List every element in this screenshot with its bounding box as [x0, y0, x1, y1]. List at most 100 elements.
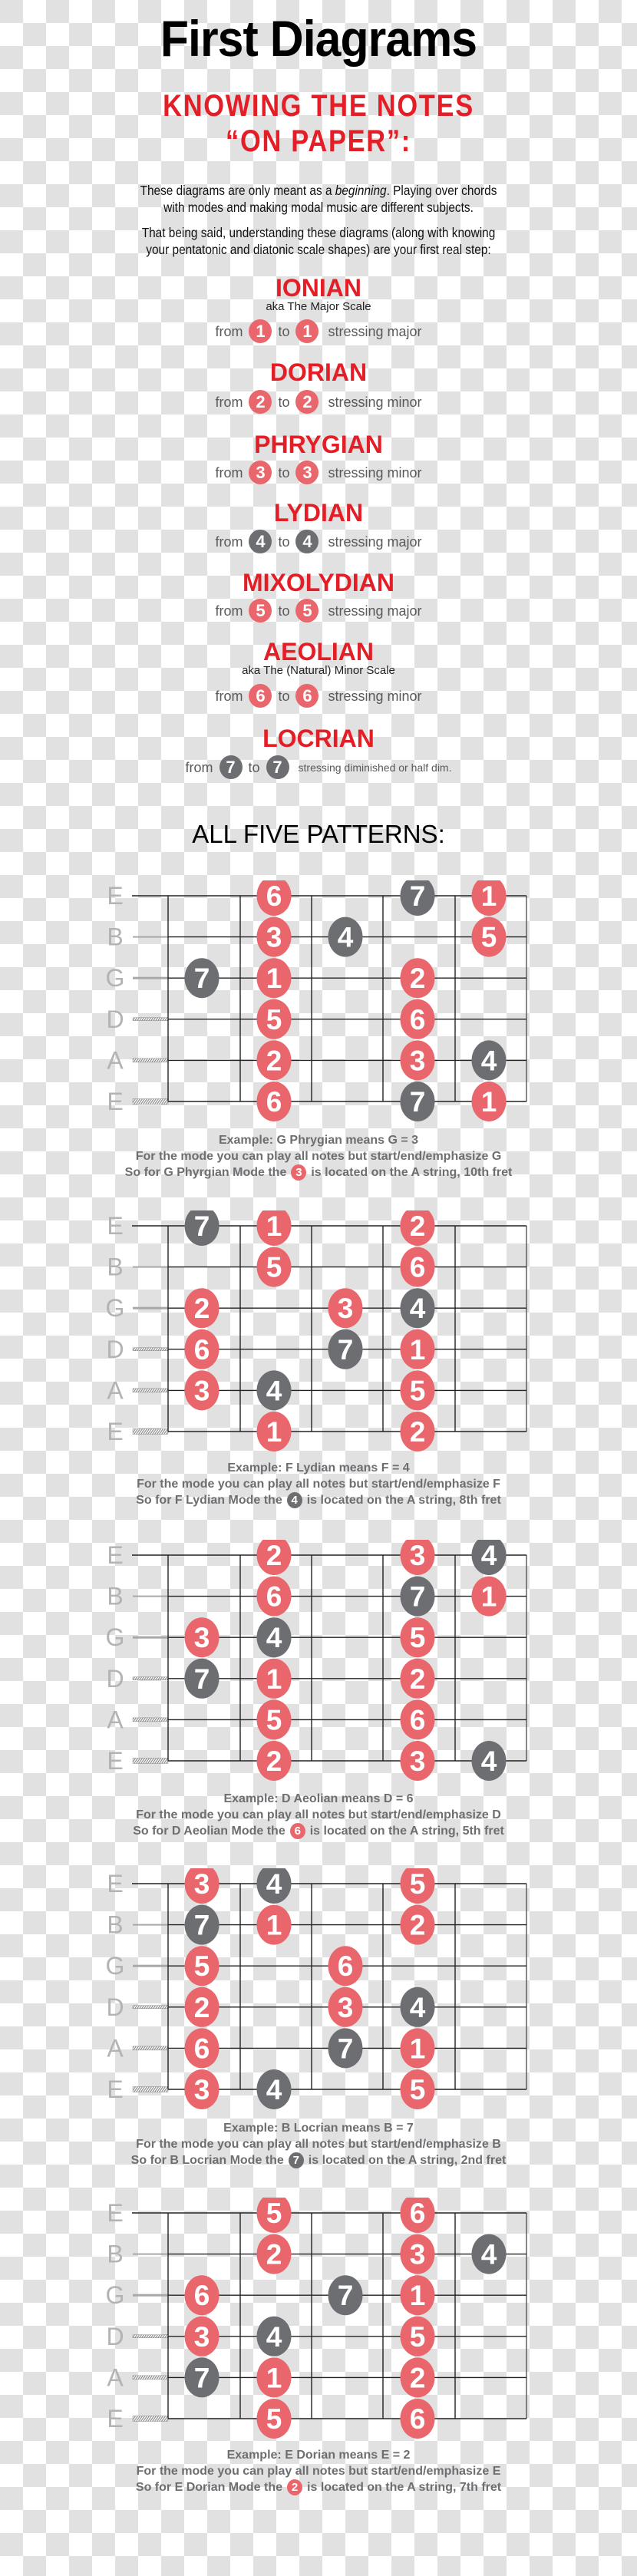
string-label: D	[106, 1006, 124, 1033]
string-stub	[133, 2294, 168, 2297]
note-marker: 7	[184, 1210, 219, 1246]
caption-instruction: For the mode you can play all notes but …	[137, 1478, 500, 1491]
mode-range: from 1 to 1 stressing major	[0, 319, 637, 343]
note-degree-label: 6	[410, 1004, 426, 1035]
string-label: E	[107, 1088, 123, 1115]
note-marker: 3	[184, 2316, 219, 2356]
scale-degree-badge: 4	[286, 1492, 302, 1509]
string-label: D	[106, 1665, 124, 1693]
mode-range: from 6 to 6 stressing minor	[0, 684, 637, 708]
note-marker: 1	[400, 1329, 435, 1369]
page-title: First Diagrams	[160, 10, 477, 67]
note-marker: 2	[256, 2234, 292, 2274]
mode-range: from 4 to 4 stressing major	[0, 530, 637, 553]
note-degree-label: 7	[194, 2362, 210, 2393]
string-label: A	[107, 2034, 124, 2062]
scale-degree-badge: 2	[295, 390, 319, 414]
note-degree-label: 3	[266, 922, 282, 953]
string-stub	[132, 1758, 169, 1764]
note-degree-label: 2	[266, 1745, 282, 1777]
note-marker: 4	[256, 2316, 292, 2356]
caption-example: Example: E Dorian means E = 2	[226, 2449, 411, 2462]
stressing-label: stressing minor	[328, 394, 422, 410]
note-degree-label: 5	[266, 2403, 282, 2435]
string-label: B	[107, 2241, 123, 2268]
string-stub	[132, 1676, 169, 1681]
string-stub	[132, 2416, 169, 2422]
fretboard-diagram-3: EBGDAE2 3 46 7 13 4 57 1 25 62 3 4	[106, 1540, 527, 1781]
note-marker: 4	[256, 1370, 292, 1411]
note-marker: 5	[400, 2316, 435, 2356]
note-marker: 2	[256, 1741, 292, 1781]
note-marker: 7	[400, 880, 435, 916]
note-degree-label: 3	[194, 2074, 210, 2105]
note-degree-label: 6	[410, 2198, 426, 2229]
note-degree-label: 2	[410, 963, 426, 994]
note-marker: 4	[400, 1288, 435, 1329]
to-label: to	[278, 464, 290, 481]
note-marker: 2	[184, 1288, 219, 1329]
note-marker: 2	[400, 2357, 435, 2398]
from-label: from	[185, 759, 213, 775]
caption-text: So for G Phyrgian Mode the	[124, 1166, 287, 1179]
note-degree-label: 1	[266, 1663, 282, 1695]
note-degree-label: 4	[266, 1868, 282, 1900]
note-degree-label: 4	[266, 1375, 282, 1406]
note-degree-label: 3	[194, 1868, 210, 1900]
string-stub	[132, 1058, 169, 1063]
string-stub	[132, 2086, 169, 2092]
note-degree-label: 2	[266, 1540, 282, 1571]
note-marker: 5	[184, 1946, 219, 1986]
mode-name-phrygian: PHRYGIAN	[254, 431, 383, 458]
to-label: to	[278, 394, 290, 410]
note-degree-label: 5	[266, 1704, 282, 1735]
note-degree-label: 5	[410, 1375, 426, 1406]
note-marker: 6	[400, 2198, 435, 2233]
note-degree-label: 4	[410, 1992, 426, 2023]
note-degree-label: 6	[338, 1950, 354, 1982]
scale-degree-badge: 2	[287, 2479, 303, 2496]
string-label: D	[106, 2323, 124, 2350]
scale-degree-badge: 7	[288, 2152, 304, 2169]
note-degree-label: 3	[410, 1745, 426, 1777]
note-degree-label: 2	[410, 1210, 426, 1242]
to-label: to	[278, 688, 290, 704]
note-degree-label: 7	[194, 1910, 210, 1941]
note-degree-label: 3	[338, 1992, 354, 2023]
note-degree-label: 1	[410, 2033, 426, 2064]
note-degree-label: 1	[266, 1910, 282, 1941]
note-marker: 3	[184, 1370, 219, 1411]
note-degree-label: 2	[194, 1992, 210, 2023]
mode-aka: aka The Major Scale	[266, 300, 371, 313]
note-degree-label: 4	[338, 922, 354, 953]
to-label: to	[248, 759, 260, 775]
note-marker: 6	[184, 1329, 219, 1369]
note-marker: 1	[256, 2357, 292, 2398]
caption-example: Example: F Lydian means F = 4	[227, 1461, 410, 1475]
mode-range: from 2 to 2 stressing minor	[0, 390, 637, 414]
stressing-label: stressing minor	[328, 688, 422, 704]
note-degree-label: 4	[410, 1293, 426, 1324]
note-marker: 7	[184, 958, 219, 999]
note-marker: 5	[471, 916, 507, 957]
note-marker: 6	[400, 999, 435, 1039]
note-degree-label: 5	[266, 1004, 282, 1035]
note-marker: 6	[256, 880, 292, 916]
note-marker: 5	[256, 2399, 292, 2439]
scale-degree-badge: 4	[295, 530, 319, 553]
scale-degree-badge: 1	[249, 319, 272, 343]
note-degree-label: 4	[266, 2074, 282, 2105]
note-marker: 6	[184, 2028, 219, 2069]
note-degree-label: 2	[410, 1663, 426, 1695]
caption-location: So for B Locrian Mode the 7 is located on …	[0, 2152, 637, 2169]
string-label: B	[107, 923, 123, 951]
note-marker: 2	[400, 1904, 435, 1945]
subtitle-line-1: KNOWING THE NOTES	[163, 89, 474, 123]
stressing-label: stressing major	[328, 603, 422, 619]
note-marker: 4	[471, 1540, 507, 1575]
note-marker: 6	[400, 1247, 435, 1287]
string-label: E	[107, 882, 123, 910]
intro-paragraph-2-line-1: That being said, understanding these dia…	[141, 225, 496, 240]
string-stub	[132, 1098, 169, 1105]
string-stub	[133, 1964, 168, 1967]
